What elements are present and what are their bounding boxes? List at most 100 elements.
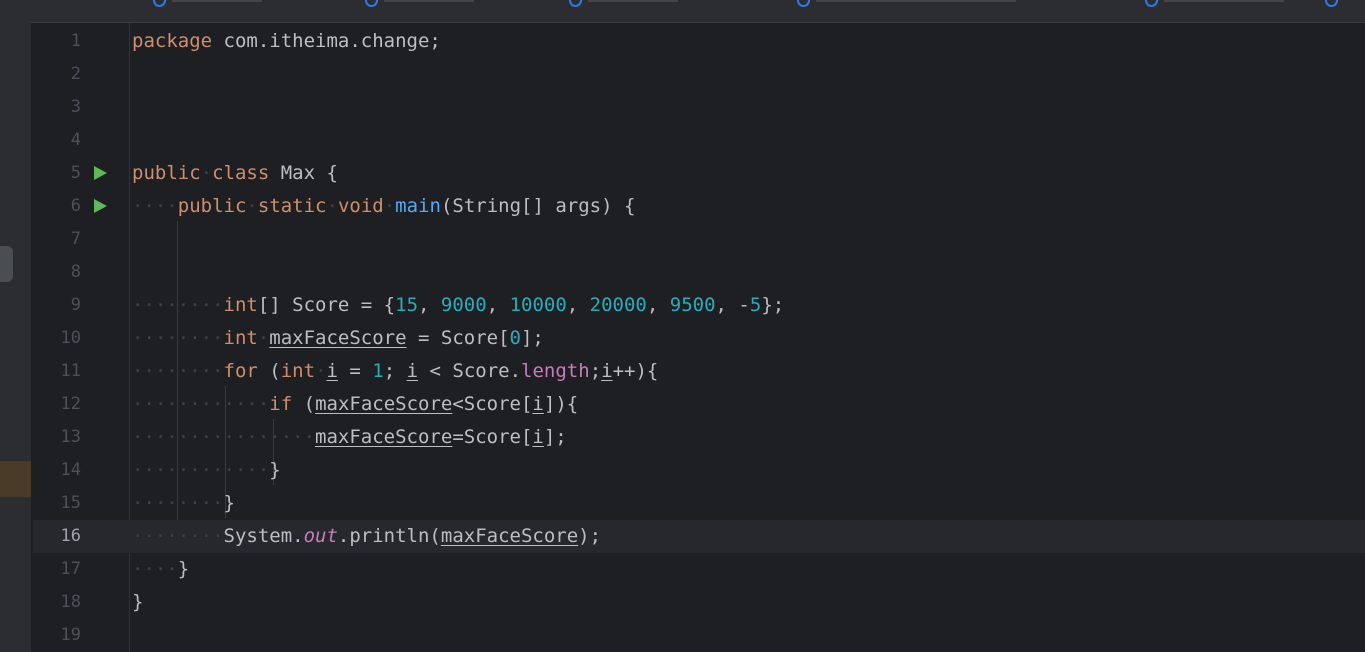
code-line[interactable]: 10 ········int·maxFaceScore = Score[0];: [33, 322, 1365, 355]
number-literal: 5: [749, 294, 762, 316]
keyword: if: [269, 393, 293, 415]
line-number: 3: [70, 97, 81, 117]
code-text[interactable]: ········for (int·i = 1; i < Score.length…: [132, 355, 658, 388]
code-line[interactable]: 8: [33, 256, 1365, 289]
code-text[interactable]: ················maxFaceScore=Score[i];: [132, 421, 567, 454]
tool-window-highlight[interactable]: [0, 461, 31, 497]
variable: i: [406, 360, 419, 382]
closing-brace: }: [177, 558, 190, 580]
code-text[interactable]: ········int·maxFaceScore = Score[0];: [132, 322, 544, 355]
code-text[interactable]: ········int[] Score = {15, 9000, 10000, …: [132, 289, 784, 322]
variable: maxFaceScore: [440, 525, 579, 547]
code-token: <Score[: [452, 393, 533, 415]
java-class-icon: [365, 0, 378, 7]
code-token: < Score.: [418, 360, 522, 382]
code-text[interactable]: public·class Max {: [132, 157, 338, 190]
number-literal: 15: [395, 294, 419, 316]
static-field: out: [303, 525, 338, 547]
line-number: 5: [70, 163, 81, 183]
editor-tab[interactable]: [569, 0, 678, 8]
code-line[interactable]: 2: [33, 58, 1365, 91]
code-text[interactable]: }: [132, 586, 143, 619]
code-text[interactable]: ············if (maxFaceScore<Score[i]){: [132, 388, 578, 421]
code-text[interactable]: ········}: [132, 487, 235, 520]
line-number: 11: [60, 361, 81, 381]
code-line[interactable]: 3: [33, 91, 1365, 124]
code-line[interactable]: 9 ········int[] Score = {15, 9000, 10000…: [33, 289, 1365, 322]
code-token: = Score[: [406, 327, 510, 349]
number-literal: 10000: [509, 294, 567, 316]
closing-brace: }: [132, 591, 144, 613]
code-line[interactable]: 11 ········for (int·i = 1; i < Score.len…: [33, 355, 1365, 388]
code-line[interactable]: 5 public·class Max {: [33, 157, 1365, 190]
editor-tab[interactable]: [365, 0, 474, 8]
closing-brace: }: [269, 459, 281, 481]
line-number: 6: [70, 196, 81, 216]
editor-tab[interactable]: [153, 0, 262, 8]
tab-label-clipped: [588, 0, 678, 2]
number-literal: 20000: [589, 294, 647, 316]
code-line[interactable]: 13 ················maxFaceScore=Score[i]…: [33, 421, 1365, 454]
tool-window-tab[interactable]: [0, 246, 13, 282]
code-token: );: [578, 525, 602, 547]
code-text[interactable]: ····public·static·void·main(String[] arg…: [132, 190, 635, 223]
keyword: package: [132, 30, 213, 52]
variable: i: [532, 393, 544, 415]
code-line[interactable]: 1 package com.itheima.change;: [33, 25, 1365, 58]
line-number: 13: [60, 427, 81, 447]
java-class-icon: [1145, 0, 1158, 7]
method-name: main: [395, 195, 441, 217]
line-number: 16: [60, 526, 81, 546]
number-literal: 9000: [440, 294, 487, 316]
line-number: 7: [70, 229, 81, 249]
editor-tab-bar: [31, 0, 1365, 23]
run-class-icon[interactable]: [94, 166, 107, 180]
line-number: 15: [60, 493, 81, 513]
code-token: };: [761, 294, 785, 316]
code-line[interactable]: 15 ········}: [33, 487, 1365, 520]
run-main-icon[interactable]: [94, 199, 107, 213]
code-token: ];: [543, 426, 567, 448]
code-token: =: [337, 360, 373, 382]
code-line[interactable]: 19: [33, 619, 1365, 652]
code-line[interactable]: 12 ············if (maxFaceScore<Score[i]…: [33, 388, 1365, 421]
editor-tab[interactable]: [797, 0, 1016, 8]
keyword: int: [223, 327, 258, 349]
code-line[interactable]: 6 ····public·static·void·main(String[] a…: [33, 190, 1365, 223]
line-number: 1: [70, 31, 81, 51]
code-line[interactable]: 7: [33, 223, 1365, 256]
editor-tab[interactable]: [1325, 0, 1338, 8]
code-line[interactable]: 4: [33, 124, 1365, 157]
code-line[interactable]: 14 ············}: [33, 454, 1365, 487]
code-token: ]){: [543, 393, 579, 415]
keyword: for: [223, 360, 258, 382]
code-line[interactable]: 18 }: [33, 586, 1365, 619]
tab-label-clipped: [816, 0, 1016, 2]
keyword: public: [132, 162, 201, 184]
keyword: int: [223, 294, 258, 316]
class-name: Max {: [269, 162, 338, 184]
code-text[interactable]: ············}: [132, 454, 281, 487]
code-token: (: [292, 393, 316, 415]
code-text[interactable]: ········System.out.println(maxFaceScore)…: [132, 520, 601, 553]
variable: maxFaceScore: [269, 327, 407, 349]
keyword: static: [257, 195, 327, 217]
code-text[interactable]: package com.itheima.change;: [132, 25, 441, 58]
keyword: class: [212, 162, 270, 184]
number-literal: 0: [509, 327, 521, 349]
java-class-icon: [153, 0, 166, 7]
number-literal: 9500: [669, 294, 716, 316]
code-token: ++){: [612, 360, 659, 382]
code-token: ;: [383, 360, 407, 382]
line-number: 2: [70, 64, 81, 84]
variable: i: [601, 360, 613, 382]
line-number: 12: [60, 394, 81, 414]
number-literal: 1: [372, 360, 384, 382]
code-editor[interactable]: 1 package com.itheima.change; 2 3 4 5 pu…: [33, 23, 1365, 652]
code-text[interactable]: ····}: [132, 553, 189, 586]
code-line-current[interactable]: 16 ········System.out.println(maxFaceSco…: [33, 520, 1365, 553]
code-line[interactable]: 17 ····}: [33, 553, 1365, 586]
ide-window: 1 package com.itheima.change; 2 3 4 5 pu…: [0, 0, 1365, 652]
variable: maxFaceScore: [315, 393, 453, 415]
editor-tab[interactable]: [1145, 0, 1284, 8]
